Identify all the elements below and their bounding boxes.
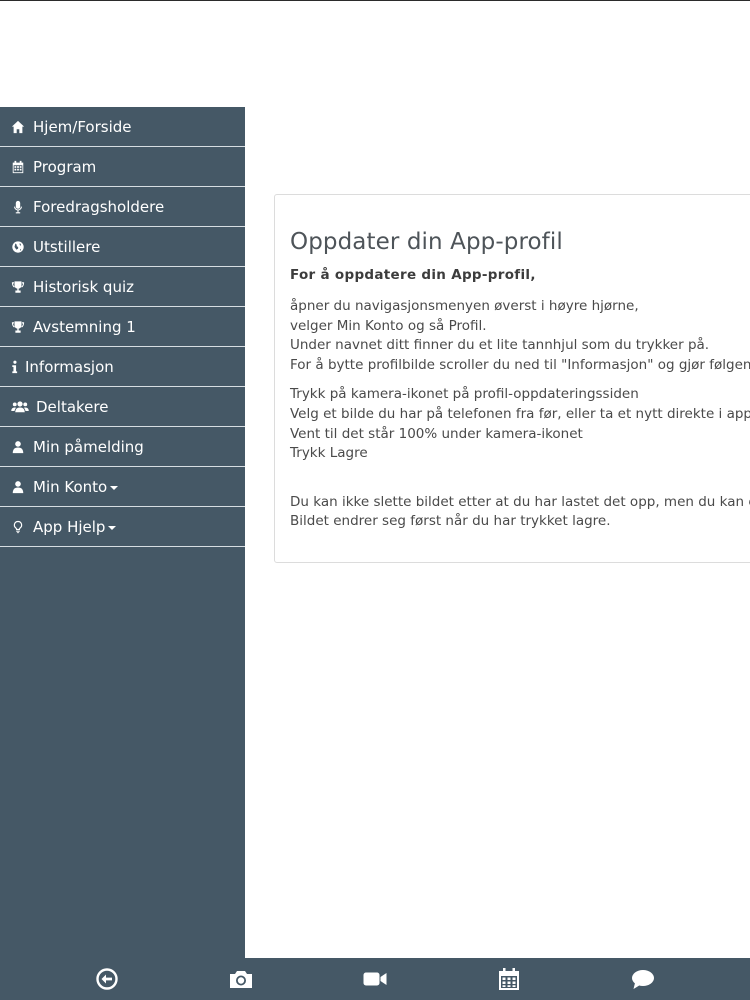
caret-down-icon: [108, 525, 117, 530]
video-icon: [363, 972, 387, 986]
article-subtitle: For å oppdatere din App-profil,: [290, 267, 536, 283]
text-line: Du kan ikke slette bildet etter at du ha…: [290, 493, 750, 510]
text-line: For å bytte profilbilde scroller du ned …: [290, 356, 750, 373]
microphone-icon: [10, 199, 26, 215]
caret-down-icon: [110, 485, 119, 490]
back-button[interactable]: [87, 959, 127, 999]
sidebar-item-label: Historisk quiz: [33, 277, 134, 296]
trophy-icon: [10, 319, 26, 335]
calendar-icon: [499, 968, 519, 990]
back-icon: [96, 968, 118, 990]
sidebar-item-avstemning[interactable]: Avstemning 1: [0, 307, 245, 347]
sidebar-nav: Hjem/Forside Program Foredragsholdere Ut…: [0, 107, 245, 958]
user-icon: [10, 479, 26, 495]
camera-button[interactable]: [221, 959, 261, 999]
sidebar-item-program[interactable]: Program: [0, 147, 245, 187]
sidebar-item-informasjon[interactable]: Informasjon: [0, 347, 245, 387]
text-line: Vent til det står 100% under kamera-ikon…: [290, 425, 583, 442]
calendar-button[interactable]: [489, 959, 529, 999]
sidebar-item-label: Avstemning 1: [33, 317, 136, 336]
video-button[interactable]: [355, 959, 395, 999]
sidebar-item-label: App Hjelp: [33, 517, 106, 536]
instructions-paragraph: åpner du navigasjonsmenyen øverst i høyr…: [290, 297, 750, 375]
calendar-icon: [10, 159, 26, 175]
text-line: Bildet endrer seg først når du har trykk…: [290, 513, 611, 530]
text-line: Trykk på kamera-ikonet på profil-oppdate…: [290, 386, 639, 403]
home-icon: [10, 119, 26, 135]
steps-paragraph: Trykk på kamera-ikonet på profil-oppdate…: [290, 385, 750, 463]
note-paragraph: Du kan ikke slette bildet etter at du ha…: [290, 493, 750, 532]
sidebar-item-label: Informasjon: [25, 357, 114, 376]
info-icon: [10, 359, 18, 375]
sidebar-item-label: Hjem/Forside: [33, 117, 132, 136]
sidebar-item-historisk-quiz[interactable]: Historisk quiz: [0, 267, 245, 307]
page-title: Oppdater din App-profil: [290, 229, 563, 255]
text-line: Trykk Lagre: [290, 445, 368, 462]
help-article-card: Oppdater din App-profil For å oppdatere …: [274, 194, 750, 563]
sidebar-item-label: Utstillere: [33, 237, 101, 256]
sidebar-item-label: Min Konto: [33, 477, 108, 496]
text-line: Velg et bilde du har på telefonen fra fø…: [290, 405, 750, 422]
text-line: velger Min Konto og så Profil.: [290, 317, 487, 334]
text-line: åpner du navigasjonsmenyen øverst i høyr…: [290, 298, 639, 314]
bottom-toolbar: [0, 958, 750, 1000]
sidebar-item-utstillere[interactable]: Utstillere: [0, 227, 245, 267]
users-icon: [10, 399, 30, 415]
sidebar-item-label: Foredragsholdere: [33, 197, 165, 216]
sidebar-item-min-pamelding[interactable]: Min påmelding: [0, 427, 245, 467]
sidebar-item-min-konto[interactable]: Min Konto: [0, 467, 245, 507]
chat-button[interactable]: [623, 959, 663, 999]
sidebar-item-home[interactable]: Hjem/Forside: [0, 107, 245, 147]
camera-icon: [230, 971, 252, 988]
globe-icon: [10, 239, 26, 255]
sidebar-item-label: Program: [33, 157, 97, 176]
sidebar-item-deltakere[interactable]: Deltakere: [0, 387, 245, 427]
trophy-icon: [10, 279, 26, 295]
user-icon: [10, 439, 26, 455]
chat-icon: [632, 970, 654, 989]
text-line: Under navnet ditt finner du et lite tann…: [290, 337, 710, 354]
sidebar-item-label: Deltakere: [36, 397, 109, 416]
sidebar-item-foredragsholdere[interactable]: Foredragsholdere: [0, 187, 245, 227]
lightbulb-icon: [10, 519, 26, 535]
top-border: [0, 0, 750, 1]
sidebar-item-label: Min påmelding: [33, 437, 144, 456]
sidebar-item-app-hjelp[interactable]: App Hjelp: [0, 507, 245, 547]
